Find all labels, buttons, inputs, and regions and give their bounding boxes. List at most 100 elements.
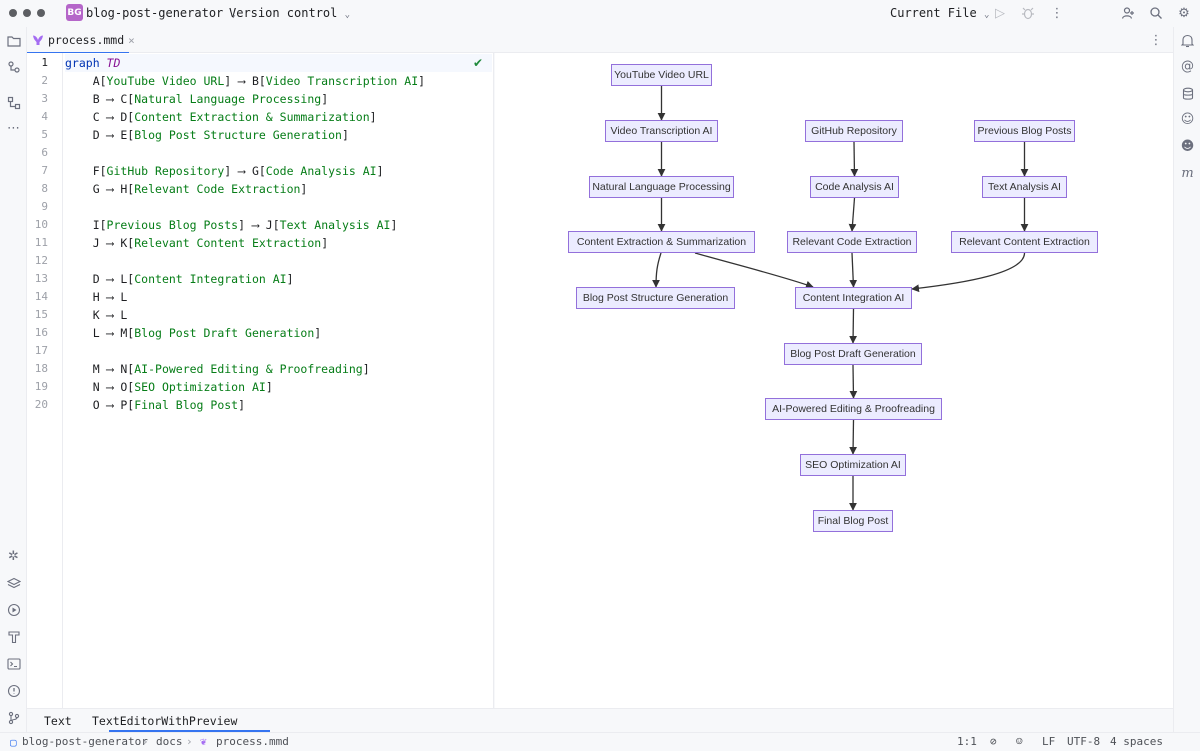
line-number: 15 [34, 308, 48, 321]
code-line[interactable]: K ⟶ L [65, 306, 492, 324]
database-icon[interactable] [1179, 85, 1196, 102]
code-token: O ⟶ P[ [65, 398, 135, 412]
project-folder-icon[interactable] [5, 32, 22, 49]
services-icon[interactable] [5, 601, 22, 618]
search-icon[interactable] [1148, 5, 1164, 21]
debug-icon[interactable] [1020, 5, 1036, 21]
code-token: ] [314, 326, 322, 340]
breadcrumb-file[interactable]: process.mmd [216, 735, 289, 748]
layers-icon[interactable] [5, 575, 22, 592]
code-token: Relevant Code Extraction [134, 182, 301, 196]
code-line[interactable]: F[GitHub Repository] ⟶ G[Code Analysis A… [65, 162, 492, 180]
window-close-button[interactable] [9, 9, 17, 17]
run-config-dropdown[interactable]: Current File ⌄ [890, 6, 989, 20]
code-line[interactable]: A[YouTube Video URL] ⟶ B[Video Transcrip… [65, 72, 492, 90]
code-line[interactable] [65, 144, 492, 162]
structure-icon[interactable] [5, 94, 22, 111]
tab-options-icon[interactable]: ⋮ [1148, 32, 1164, 48]
code-token: ] [265, 380, 273, 394]
line-ending[interactable]: LF [1042, 735, 1055, 748]
file-encoding[interactable]: UTF-8 [1067, 735, 1100, 748]
code-line[interactable] [65, 252, 492, 270]
line-number: 2 [41, 74, 48, 87]
diagram-edge [849, 252, 858, 288]
title-bar: BG blog-post-generator ⌄ Version control… [0, 0, 1200, 27]
markdown-icon[interactable]: m [1179, 165, 1196, 182]
diagram-node-p: Final Blog Post [813, 510, 893, 532]
vcs-dropdown[interactable]: Version control ⌄ [229, 6, 350, 20]
add-user-icon[interactable] [1120, 5, 1136, 21]
code-token: Code Analysis AI [265, 164, 377, 178]
diagram-edge [849, 419, 858, 455]
code-token: GitHub Repository [106, 164, 225, 178]
breadcrumb-project[interactable]: blog-post-generator [22, 735, 148, 748]
window-minimize-button[interactable] [23, 9, 31, 17]
problems-icon[interactable] [5, 682, 22, 699]
code-line[interactable]: O ⟶ P[Final Blog Post] [65, 396, 492, 414]
mermaid-preview[interactable]: YouTube Video URL Video Transcription AI N… [495, 53, 1173, 708]
window-zoom-button[interactable] [37, 9, 45, 17]
code-line[interactable]: B ⟶ C[Natural Language Processing] [65, 90, 492, 108]
tab-process-mmd[interactable]: process.mmd × [27, 27, 135, 54]
diagram-edge [652, 252, 662, 288]
window-controls[interactable] [9, 9, 51, 17]
notifications-icon[interactable] [1179, 32, 1196, 49]
code-token: Blog Post Structure Generation [134, 128, 342, 142]
terminal-icon[interactable] [5, 655, 22, 672]
tab-text[interactable]: Text [44, 709, 72, 733]
project-name-dropdown[interactable]: blog-post-generator ⌄ [86, 6, 236, 20]
code-line[interactable]: G ⟶ H[Relevant Code Extraction] [65, 180, 492, 198]
code-line[interactable]: J ⟶ K[Relevant Content Extraction] [65, 234, 492, 252]
copilot-chat-icon[interactable]: ☻ [1179, 138, 1196, 155]
code-token: D ⟶ L[ [65, 272, 135, 286]
chevron-down-icon: ⌄ [344, 10, 351, 20]
code-token: J ⟶ K[ [65, 236, 135, 250]
breadcrumb-separator-icon: › [186, 735, 193, 748]
code-line[interactable] [65, 198, 492, 216]
code-line[interactable]: M ⟶ N[AI-Powered Editing & Proofreading] [65, 360, 492, 378]
code-line[interactable]: H ⟶ L [65, 288, 492, 306]
code-token: SEO Optimization AI [134, 380, 266, 394]
copilot-status-icon[interactable]: ☺ [1016, 735, 1023, 748]
kebab-menu-icon[interactable]: ⋮ [1049, 5, 1065, 21]
code-editor[interactable]: 1 2 3 4 5 6 7 8 9 10 11 12 13 14 15 16 17 18 19 20 graph TD… [27, 53, 494, 708]
indent-setting[interactable]: 4 spaces [1110, 735, 1163, 748]
line-number: 20 [34, 398, 48, 411]
diagram-node-c: Natural Language Processing [589, 176, 734, 198]
code-line[interactable]: C ⟶ D[Content Extraction & Summarization… [65, 108, 492, 126]
code-line[interactable]: L ⟶ M[Blog Post Draft Generation] [65, 324, 492, 342]
run-icon[interactable]: ▷ [992, 5, 1008, 21]
chevron-down-icon: ⌄ [983, 10, 990, 20]
line-number: 19 [34, 380, 48, 393]
code-token: G ⟶ H[ [65, 182, 135, 196]
diagram-node-e: Blog Post Structure Generation [576, 287, 735, 309]
project-badge[interactable]: BG [66, 4, 83, 21]
code-token: Video Transcription AI [265, 74, 419, 88]
plugins-icon[interactable]: ✲ [5, 548, 22, 565]
close-icon[interactable]: × [128, 34, 135, 47]
git-icon[interactable] [5, 709, 22, 726]
code-token: AI-Powered Editing & Proofreading [134, 362, 363, 376]
caret-position[interactable]: 1:1 [957, 735, 977, 748]
ai-assistant-icon[interactable]: @ [1179, 58, 1196, 75]
diagram-node-l: Content Integration AI [795, 287, 912, 309]
code-line[interactable]: D ⟶ E[Blog Post Structure Generation] [65, 126, 492, 144]
code-line[interactable]: graph TD [65, 54, 492, 72]
code-token: M ⟶ N[ [65, 362, 135, 376]
vcs-icon[interactable] [5, 58, 22, 75]
copilot-icon[interactable]: ☺ [1179, 111, 1196, 128]
build-icon[interactable] [5, 628, 22, 645]
breadcrumb-folder[interactable]: docs [156, 735, 183, 748]
diagram-edge [849, 308, 858, 344]
settings-icon[interactable]: ⚙ [1176, 5, 1192, 21]
diagram-node-i: Previous Blog Posts [974, 120, 1075, 142]
inspections-off-icon[interactable]: ⊘ [990, 735, 997, 748]
code-line[interactable]: D ⟶ L[Content Integration AI] [65, 270, 492, 288]
code-token: TD [106, 56, 121, 70]
code-line[interactable]: N ⟶ O[SEO Optimization AI] [65, 378, 492, 396]
line-number: 1 [41, 56, 48, 69]
code-line[interactable]: I[Previous Blog Posts] ⟶ J[Text Analysis… [65, 216, 492, 234]
code-line[interactable] [65, 342, 492, 360]
more-icon[interactable]: ⋯ [5, 120, 22, 137]
diagram-node-n: AI-Powered Editing & Proofreading [765, 398, 942, 420]
